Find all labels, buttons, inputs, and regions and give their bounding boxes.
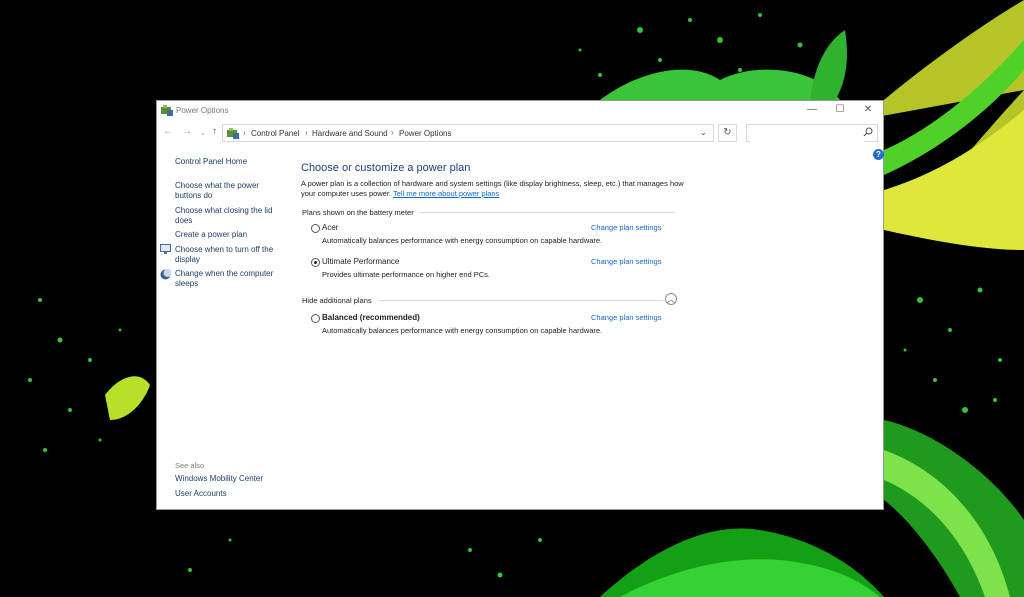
address-dropdown-chevron-icon[interactable]: ⌄ xyxy=(700,128,707,137)
monitor-icon xyxy=(160,244,171,254)
plan-description-ultimate-performance: Provides ultimate performance on higher … xyxy=(322,270,491,279)
forward-arrow-icon[interactable]: → xyxy=(182,126,192,137)
control-panel-home-link[interactable]: Control Panel Home xyxy=(175,157,275,167)
search-box[interactable] xyxy=(746,124,878,144)
breadcrumb-hardware-and-sound[interactable]: Hardware and Sound xyxy=(312,129,388,138)
page-description: A power plan is a collection of hardware… xyxy=(301,179,685,198)
maximize-button[interactable]: ☐ xyxy=(825,101,855,121)
breadcrumb-control-panel[interactable]: Control Panel xyxy=(251,129,299,138)
search-icon[interactable] xyxy=(863,127,873,137)
refresh-icon[interactable]: ↻ xyxy=(718,124,737,142)
breadcrumb-separator: › xyxy=(391,128,394,137)
search-input[interactable] xyxy=(750,127,864,144)
control-panel-icon xyxy=(227,128,239,139)
battery-meter-group-header: Plans shown on the battery meter xyxy=(302,208,414,217)
help-icon[interactable]: ? xyxy=(873,149,884,160)
plan-name-balanced[interactable]: Balanced (recommended) xyxy=(322,313,420,322)
see-also-label: See also xyxy=(175,461,205,470)
group-divider xyxy=(379,300,663,301)
recent-locations-chevron-icon[interactable]: ⌄ xyxy=(200,129,206,137)
additional-plans-group-header[interactable]: Hide additional plans xyxy=(302,296,372,305)
plan-description-acer: Automatically balances performance with … xyxy=(322,236,603,245)
breadcrumb-separator: › xyxy=(243,128,246,137)
back-arrow-icon[interactable]: ← xyxy=(163,126,173,137)
breadcrumb-power-options[interactable]: Power Options xyxy=(399,129,451,138)
navigation-bar: ← → ⌄ ↑ › Control Panel › Hardware and S… xyxy=(157,123,883,145)
breadcrumb-separator: › xyxy=(305,128,308,137)
moon-icon xyxy=(160,269,171,280)
learn-more-link[interactable]: Tell me more about power plans xyxy=(393,189,499,198)
power-buttons-link[interactable]: Choose what the power buttons do xyxy=(175,181,275,201)
power-options-window: Power Options — ☐ ✕ ← → ⌄ ↑ › Control Pa… xyxy=(156,100,884,510)
plan-radio-balanced[interactable] xyxy=(311,314,320,323)
change-plan-settings-acer[interactable]: Change plan settings xyxy=(591,223,661,232)
plan-radio-ultimate-performance[interactable] xyxy=(311,258,320,267)
computer-sleeps-link[interactable]: Change when the computer sleeps xyxy=(175,269,275,289)
minimize-button[interactable]: — xyxy=(797,101,827,121)
window-title: Power Options xyxy=(176,106,229,115)
user-accounts-link[interactable]: User Accounts xyxy=(175,489,275,499)
create-power-plan-link[interactable]: Create a power plan xyxy=(175,230,275,240)
plan-name-acer[interactable]: Acer xyxy=(322,223,338,232)
change-plan-settings-ultimate-performance[interactable]: Change plan settings xyxy=(591,257,661,266)
turn-off-display-link[interactable]: Choose when to turn off the display xyxy=(175,245,275,265)
windows-mobility-center-link[interactable]: Windows Mobility Center xyxy=(175,474,275,484)
collapse-chevron-up-icon[interactable]: ︿ xyxy=(665,293,677,305)
change-plan-settings-balanced[interactable]: Change plan settings xyxy=(591,313,661,322)
power-options-icon xyxy=(161,105,173,116)
plan-description-balanced: Automatically balances performance with … xyxy=(322,326,603,335)
group-divider xyxy=(420,212,675,213)
closing-lid-link[interactable]: Choose what closing the lid does xyxy=(175,206,275,226)
title-bar: Power Options — ☐ ✕ xyxy=(157,101,883,121)
plan-radio-acer[interactable] xyxy=(311,224,320,233)
page-title: Choose or customize a power plan xyxy=(301,162,471,174)
close-button[interactable]: ✕ xyxy=(853,101,883,121)
plan-name-ultimate-performance[interactable]: Ultimate Performance xyxy=(322,257,399,266)
up-arrow-icon[interactable]: ↑ xyxy=(212,126,217,137)
address-bar[interactable]: › Control Panel › Hardware and Sound › P… xyxy=(222,124,714,142)
